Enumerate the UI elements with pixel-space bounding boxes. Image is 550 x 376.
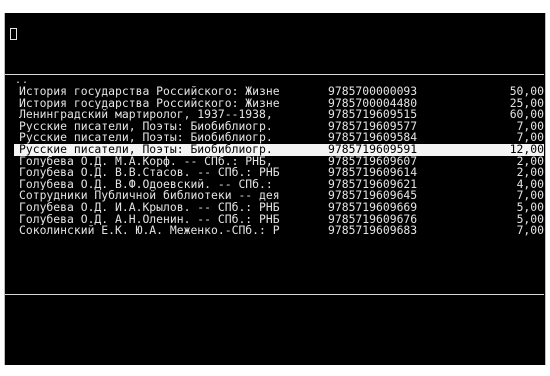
item-title: Голубева О.Д. А.Н.Оленин. -- СПб.: РНБ <box>19 213 280 226</box>
list-item[interactable]: Голубева О.Д. В.В.Стасов. -- СПб.: РНБ 97… <box>14 167 544 179</box>
item-title: Голубева О.Д. В.В.Стасов. -- СПб.: РНБ <box>19 167 280 179</box>
list-item[interactable]: Голубева О.Д. А.Н.Оленин. -- СПб.: РНБ 97… <box>14 213 544 226</box>
item-price: 7,00 <box>516 223 544 238</box>
list-item[interactable]: Голубева О.Д. В.Ф.Одоевский. -- СПб.: 978… <box>14 178 544 191</box>
item-title: Русские писатели, Поэты: Биобиблиогр. <box>19 132 273 144</box>
item-title: История государства Российского: Жизне <box>19 97 280 110</box>
right-border <box>545 13 546 365</box>
left-border <box>4 13 5 365</box>
screen: .. История государства Российского: Жизн… <box>0 0 550 376</box>
item-title: История государства Российского: Жизне <box>19 86 280 98</box>
list-item[interactable]: Русские писатели, Поэты: Биобиблиогр. 978… <box>14 132 544 144</box>
item-title: Голубева О.Д. В.Ф.Одоевский. -- СПб.: <box>19 178 273 191</box>
item-title: Русские писатели, Поэты: Биобиблиогр. <box>19 120 273 133</box>
item-title: Соколинский Е.К. Ю.А. Меженко.-СПб.: Р <box>19 225 280 237</box>
list-item[interactable]: Голубева О.Д. И.А.Крылов. -- СПб.: РНБ 97… <box>14 201 544 214</box>
list-item-selected[interactable]: Русские писатели, Поэты: Биобиблиогр. 978… <box>14 143 544 156</box>
item-title: Русские писатели, Поэты: Биобиблиогр. <box>19 143 273 156</box>
parent-directory-entry[interactable]: .. <box>15 75 29 87</box>
list-item[interactable]: Ленинградский мартиролог, 1937--1938, 978… <box>14 109 544 121</box>
item-title: Сотрудники Публичной библиотеки -- дея <box>19 190 280 202</box>
item-title: Голубева О.Д. И.А.Крылов. -- СПб.: РНБ <box>19 201 280 214</box>
list-item[interactable]: Русские писатели, Поэты: Биобиблиогр. 978… <box>14 120 544 133</box>
list-item[interactable]: Голубева О.Д. М.А.Корф. -- СПб.: РНБ, 978… <box>14 155 544 168</box>
input-divider <box>5 74 544 75</box>
list-item[interactable]: История государства Российского: Жизне 97… <box>14 97 544 110</box>
list-divider <box>5 294 544 295</box>
record-list: История государства Российского: Жизне 97… <box>14 85 544 237</box>
item-title: Голубева О.Д. М.А.Корф. -- СПб.: РНБ, <box>19 155 273 168</box>
item-isbn: 9785719609683 <box>328 223 418 238</box>
list-item[interactable]: Соколинский Е.К. Ю.А. Меженко.-СПб.: Р 97… <box>14 225 544 237</box>
text-cursor-icon <box>10 28 17 40</box>
command-input[interactable] <box>9 27 539 41</box>
list-item[interactable]: История государства Российского: Жизне 97… <box>14 85 544 98</box>
list-item[interactable]: Сотрудники Публичной библиотеки -- дея 97… <box>14 190 544 202</box>
item-title: Ленинградский мартиролог, 1937--1938, <box>19 109 273 121</box>
terminal-window: .. История государства Российского: Жизн… <box>4 13 546 365</box>
